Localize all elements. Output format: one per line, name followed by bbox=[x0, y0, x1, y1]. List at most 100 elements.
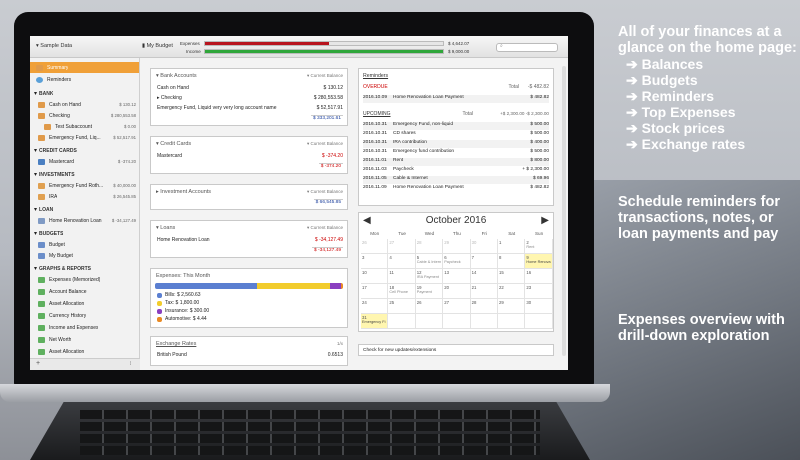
calendar-day-cell[interactable]: 6 Paycheck bbox=[443, 254, 471, 269]
sidebar-item-budget[interactable]: My Budget bbox=[30, 250, 139, 261]
calendar-day-cell[interactable]: 10 bbox=[361, 269, 389, 284]
calendar-day-cell[interactable]: 2 Rent bbox=[525, 239, 553, 254]
resize-handle-icon[interactable]: ⁞ bbox=[130, 361, 131, 367]
column-header[interactable]: ▾ Current Balance bbox=[307, 225, 343, 231]
reminder-row[interactable]: 2016.10.31 Emergency fund contribution $ 5… bbox=[363, 149, 549, 157]
panel-title[interactable]: ▾ Loans bbox=[156, 225, 175, 231]
sidebar-section-graphs-reports[interactable]: ▾ GRAPHS & REPORTS bbox=[30, 263, 139, 274]
calendar-day-cell[interactable]: 29 bbox=[443, 239, 471, 254]
calendar-day-cell[interactable]: 25 bbox=[388, 299, 416, 314]
calendar-day-cell[interactable] bbox=[525, 314, 553, 329]
calendar-day-cell[interactable]: 11 bbox=[388, 269, 416, 284]
column-header[interactable]: ▾ Current Balance bbox=[307, 141, 343, 147]
sidebar-item-summary[interactable]: Summary bbox=[30, 62, 139, 73]
sidebar-item-budget[interactable]: Budget bbox=[30, 239, 139, 250]
reminder-row[interactable]: 2016.10.09 Home Renovation Loan Payment $ … bbox=[363, 95, 549, 103]
budget-selector[interactable]: ▮ My Budget bbox=[142, 43, 173, 49]
account-row[interactable]: ▸ Checking $ 280,553.58 bbox=[157, 95, 343, 104]
scrollbar[interactable] bbox=[562, 66, 566, 356]
sidebar-item-account[interactable]: Cash on Hand $ 130.12 bbox=[30, 99, 139, 110]
calendar-day-cell[interactable]: 3 bbox=[361, 254, 389, 269]
search-input[interactable] bbox=[496, 43, 558, 52]
panel-title[interactable]: ▾ Bank Accounts bbox=[156, 73, 197, 79]
expense-segment[interactable] bbox=[155, 283, 258, 289]
panel-title[interactable]: ▸ Investment Accounts bbox=[156, 189, 211, 195]
sidebar-section-loan[interactable]: ▾ LOAN bbox=[30, 204, 139, 215]
expenses-breakdown-bar[interactable] bbox=[155, 283, 343, 289]
expense-segment[interactable] bbox=[341, 283, 343, 289]
column-header[interactable]: ▾ Current Balance bbox=[307, 73, 343, 79]
calendar-day-cell[interactable]: 5Cable & Internet bbox=[415, 254, 444, 269]
calendar-day-cell[interactable]: 17 bbox=[361, 284, 389, 299]
sidebar-section-investments[interactable]: ▾ INVESTMENTS bbox=[30, 169, 139, 180]
sidebar-item-report[interactable]: Asset Allocation bbox=[30, 298, 139, 309]
legend-item-insurance[interactable]: Insurance: $ 300.00 bbox=[157, 308, 209, 314]
disclosure-triangle-icon[interactable]: ▾ bbox=[34, 265, 37, 272]
sidebar-item-report[interactable]: Asset Allocation bbox=[30, 346, 139, 357]
check-updates-link[interactable]: Check for new updates/extensions bbox=[358, 344, 554, 356]
reminder-row[interactable]: 2016.11.01 Rent $ 800.00 bbox=[363, 158, 549, 166]
expense-segment[interactable] bbox=[329, 283, 342, 289]
calendar-day-cell[interactable]: 26 bbox=[415, 299, 444, 314]
panel-title[interactable]: Exchange Rates bbox=[156, 341, 196, 347]
legend-item-bills[interactable]: Bills: $ 2,560.63 bbox=[157, 292, 201, 298]
calendar-day-cell[interactable]: 14 bbox=[470, 269, 498, 284]
reminder-row[interactable]: 2016.11.03 Paycheck + $ 2,300.00 bbox=[363, 167, 549, 175]
calendar-day-cell[interactable]: 30 bbox=[470, 239, 498, 254]
legend-item-tax[interactable]: Tax: $ 1,800.00 bbox=[157, 300, 199, 306]
panel-title[interactable]: Expenses: This Month bbox=[156, 273, 210, 279]
disclosure-triangle-icon[interactable]: ▾ bbox=[34, 90, 37, 97]
account-row[interactable]: Mastercard $ -374.20 bbox=[157, 153, 343, 162]
sidebar-item-report[interactable]: Currency History bbox=[30, 310, 139, 321]
sidebar-item-account[interactable]: Test Subaccount $ 0.00 bbox=[30, 121, 139, 132]
reminder-row[interactable]: 2016.10.31 Emergency Fund, non-liquid $ 50… bbox=[363, 122, 549, 130]
calendar-day-cell[interactable]: 21 bbox=[470, 284, 498, 299]
calendar-day-cell[interactable]: 28 bbox=[415, 239, 444, 254]
calendar-day-cell[interactable]: 16 bbox=[525, 269, 553, 284]
sidebar-section-bank[interactable]: ▾ BANK bbox=[30, 88, 139, 99]
exchange-row[interactable]: British Pound 0.6513 bbox=[157, 352, 343, 361]
column-header[interactable]: ▾ Current Balance bbox=[307, 189, 343, 195]
calendar-day-cell[interactable]: 30 bbox=[525, 299, 553, 314]
account-row[interactable]: Emergency Fund, Liquid very very long ac… bbox=[157, 105, 343, 114]
calendar-day-cell[interactable]: 22 bbox=[498, 284, 526, 299]
calendar-day-cell[interactable]: 28 bbox=[470, 299, 498, 314]
calendar-day-cell[interactable] bbox=[443, 314, 471, 329]
calendar-day-cell[interactable]: 24 bbox=[361, 299, 389, 314]
panel-title[interactable]: Reminders bbox=[363, 73, 388, 79]
calendar-day-cell[interactable]: 19 Payment bbox=[415, 284, 444, 299]
calendar-day-cell[interactable]: 20 bbox=[443, 284, 471, 299]
sidebar-item-account[interactable]: Checking $ 280,553.58 bbox=[30, 110, 139, 121]
sidebar-section-budgets[interactable]: ▾ BUDGETS bbox=[30, 228, 139, 239]
reminder-row[interactable]: 2016.11.05 Cable & Internet $ 69.96 bbox=[363, 176, 549, 184]
disclosure-triangle-icon[interactable]: ▾ bbox=[34, 171, 37, 178]
sidebar-item-account[interactable]: Mastercard $ -374.20 bbox=[30, 156, 139, 167]
legend-item-automotive[interactable]: Automotive: $ 4.44 bbox=[157, 316, 207, 322]
sidebar-item-account[interactable]: Home Renovation Loan $ -34,127.49 bbox=[30, 215, 139, 226]
sidebar-section-credit-cards[interactable]: ▾ CREDIT CARDS bbox=[30, 145, 139, 156]
sidebar-item-report[interactable]: Net Worth bbox=[30, 334, 139, 345]
calendar-day-cell[interactable]: 13 bbox=[443, 269, 471, 284]
calendar-day-cell[interactable] bbox=[388, 314, 416, 329]
panel-title[interactable]: ▾ Credit Cards bbox=[156, 141, 191, 147]
account-row[interactable]: Cash on Hand $ 130.12 bbox=[157, 85, 343, 94]
sidebar-item-reminders[interactable]: Reminders bbox=[30, 74, 139, 85]
add-icon[interactable]: + bbox=[36, 360, 40, 367]
reminder-row[interactable]: 2016.10.31 IRA contribution $ 400.00 bbox=[363, 140, 549, 148]
next-month-button[interactable]: ▶ bbox=[541, 215, 549, 226]
sidebar-item-report[interactable]: Account Balance bbox=[30, 286, 139, 297]
calendar-day-cell[interactable] bbox=[470, 314, 498, 329]
calendar-day-cell[interactable]: 23 bbox=[525, 284, 553, 299]
disclosure-triangle-icon[interactable]: ▾ bbox=[34, 206, 37, 213]
calendar-day-cell[interactable]: 8 bbox=[498, 254, 526, 269]
calendar-day-cell[interactable]: 18 Cell Phone bbox=[388, 284, 416, 299]
calendar-day-cell[interactable]: 27 bbox=[388, 239, 416, 254]
calendar-day-cell[interactable] bbox=[498, 314, 526, 329]
reminder-row[interactable]: 2016.11.09 Home Renovation Loan Payment $ … bbox=[363, 185, 549, 193]
disclosure-triangle-icon[interactable]: ▾ bbox=[34, 230, 37, 237]
sidebar-item-account[interactable]: IRA $ 26,545.85 bbox=[30, 191, 139, 202]
calendar-day-cell[interactable]: 15 bbox=[498, 269, 526, 284]
sidebar-item-report[interactable]: Expenses (Memorized) bbox=[30, 274, 139, 285]
disclosure-triangle-icon[interactable]: ▾ bbox=[34, 147, 37, 154]
calendar-day-cell[interactable]: 7 bbox=[470, 254, 498, 269]
